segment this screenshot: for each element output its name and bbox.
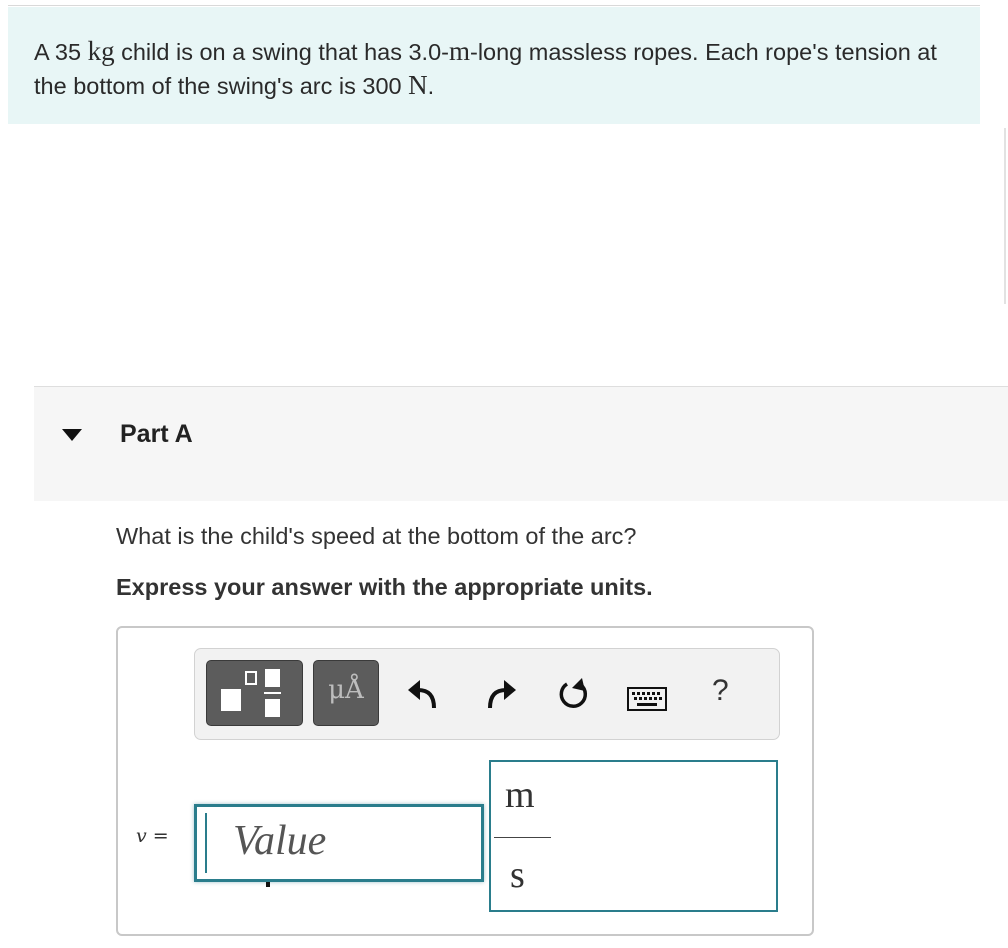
top-divider: [8, 5, 980, 6]
unit-denominator[interactable]: s: [510, 853, 525, 897]
problem-text: A 35 kg child is on a swing that has 3.0…: [34, 36, 937, 100]
reset-icon[interactable]: [555, 676, 591, 712]
text-cursor: [205, 813, 207, 873]
value-input[interactable]: Value: [194, 804, 484, 882]
instruction-text: Express your answer with the appropriate…: [116, 574, 653, 600]
problem-text-run: .: [427, 73, 435, 99]
problem-text-run: child is on a swing that has 3.0-: [114, 39, 449, 65]
redo-icon[interactable]: [482, 675, 520, 711]
keyboard-icon[interactable]: [627, 687, 667, 711]
unit-symbol: m: [448, 36, 470, 66]
question-text: What is the child's speed at the bottom …: [116, 523, 637, 549]
unit-symbol: N: [408, 70, 428, 100]
value-placeholder: Value: [233, 818, 327, 864]
problem-text-run: A 35: [34, 39, 88, 65]
units-icon: μÅ: [328, 675, 364, 705]
problem-statement: A 35 kg child is on a swing that has 3.0…: [8, 7, 980, 124]
variable-symbol: v: [136, 825, 147, 847]
fraction-bar: [494, 837, 551, 838]
scrollbar-edge: [1004, 128, 1006, 304]
templates-button[interactable]: [206, 660, 303, 726]
units-button[interactable]: μÅ: [313, 660, 379, 726]
help-icon[interactable]: ?: [712, 674, 729, 708]
unit-symbol: kg: [87, 36, 115, 66]
equals-sign: =: [152, 825, 169, 847]
input-marker: [266, 882, 270, 887]
unit-numerator[interactable]: m: [505, 773, 535, 817]
variable-label: v =: [136, 825, 169, 847]
part-title[interactable]: Part A: [120, 420, 193, 449]
undo-icon[interactable]: [404, 675, 442, 711]
collapse-caret-icon[interactable]: [62, 429, 82, 441]
